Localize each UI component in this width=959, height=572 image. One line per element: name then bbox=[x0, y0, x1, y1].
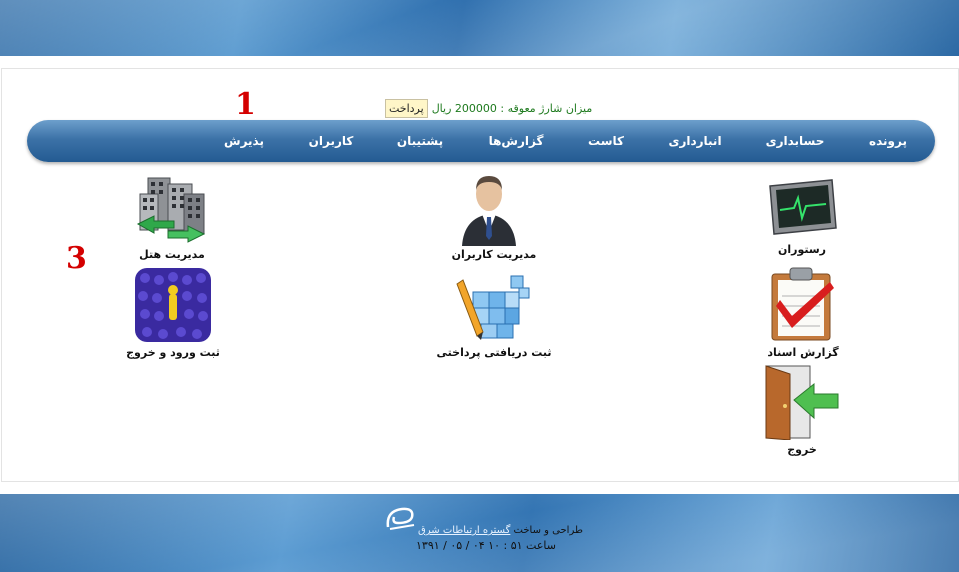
tile-documents-report[interactable] bbox=[766, 266, 838, 342]
annotation-1: 1 bbox=[235, 87, 256, 122]
tile-payments[interactable] bbox=[455, 272, 531, 340]
outstanding-charge-text: میزان شارژ معوقه : 200000 ریال bbox=[431, 102, 593, 115]
nav-item-file[interactable]: پرونده bbox=[869, 134, 907, 148]
tile-label-hotel-management[interactable]: مدیریت هتل bbox=[139, 248, 205, 261]
tile-logout[interactable] bbox=[764, 364, 840, 441]
door-exit-icon bbox=[765, 365, 839, 441]
crowd-icon bbox=[135, 268, 211, 342]
tile-label-user-management[interactable]: مدیریت کاربران bbox=[452, 248, 537, 261]
charge-line: میزان شارژ معوقه : 200000 ریال پرداخت bbox=[385, 99, 592, 118]
nav-item-backup[interactable]: پشتیبان bbox=[397, 134, 443, 148]
hotel-buildings-icon bbox=[136, 177, 206, 243]
tile-label-payments[interactable]: ثبت دریافتی پرداختی bbox=[437, 346, 552, 359]
company-link[interactable]: گستره ارتباطات شرق bbox=[418, 525, 510, 536]
nav-item-cost[interactable]: کاست bbox=[588, 134, 624, 148]
footer-credit-prefix: طراحی و ساخت bbox=[513, 525, 583, 536]
tile-label-documents-report[interactable]: گزارش اسناد bbox=[767, 346, 838, 359]
nav-item-inventory[interactable]: انبارداری bbox=[668, 134, 721, 148]
tile-label-logout[interactable]: خروج bbox=[787, 443, 817, 456]
footer-datetime: ۱۳۹۱ / ۰۵ / ۰۴ ساعت ۵۱ : ۱۰ bbox=[416, 539, 556, 552]
nav-item-users[interactable]: کاربران bbox=[309, 134, 354, 148]
company-logo-icon bbox=[386, 507, 415, 530]
tile-hotel-management[interactable] bbox=[134, 172, 210, 244]
clipboard-check-icon bbox=[771, 267, 834, 341]
tile-restaurant[interactable] bbox=[764, 178, 840, 238]
annotation-3: 3 bbox=[66, 241, 87, 276]
tile-label-restaurant[interactable]: رستوران bbox=[778, 243, 826, 256]
monitor-pulse-icon bbox=[769, 179, 837, 235]
main-nav-bar: پرونده حسابداری انبارداری کاست گزارش‌ها … bbox=[27, 120, 935, 162]
businessman-icon bbox=[462, 176, 516, 246]
nav-item-accounting[interactable]: حسابداری bbox=[766, 134, 825, 148]
tile-label-entry-exit[interactable]: ثبت ورود و خروج bbox=[126, 346, 220, 359]
blocks-pencil-icon bbox=[456, 275, 530, 340]
tile-user-management[interactable] bbox=[456, 170, 522, 246]
pay-button[interactable]: پرداخت bbox=[385, 99, 428, 118]
tile-entry-exit[interactable] bbox=[135, 268, 211, 342]
nav-item-reception[interactable]: پذیرش bbox=[224, 134, 264, 148]
top-banner bbox=[0, 0, 959, 56]
footer-credit: طراحی و ساخت گستره ارتباطات شرق bbox=[418, 525, 583, 536]
nav-item-reports[interactable]: گزارش‌ها bbox=[489, 134, 544, 148]
